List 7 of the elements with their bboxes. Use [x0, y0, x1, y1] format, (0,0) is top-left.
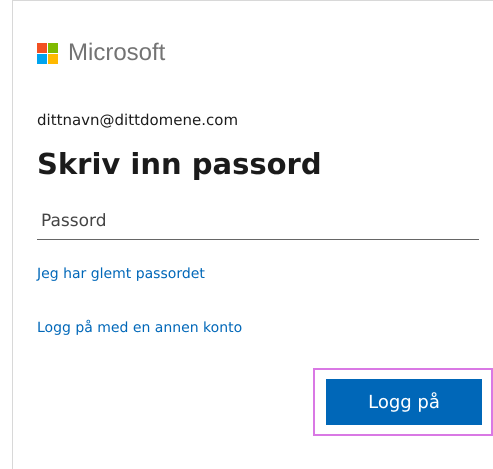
brand-name: Microsoft — [68, 39, 166, 67]
text-link[interactable]: Logg på med en annen konto — [37, 320, 242, 336]
text-link[interactable]: Jeg har glemt passordet — [37, 266, 205, 282]
four-squares-logo-icon — [37, 42, 58, 64]
account-email: dittnavn@dittdomene.com — [37, 111, 240, 129]
page-heading: Skriv inn passord — [37, 147, 323, 181]
sign-in-button[interactable]: Logg på — [326, 379, 482, 425]
